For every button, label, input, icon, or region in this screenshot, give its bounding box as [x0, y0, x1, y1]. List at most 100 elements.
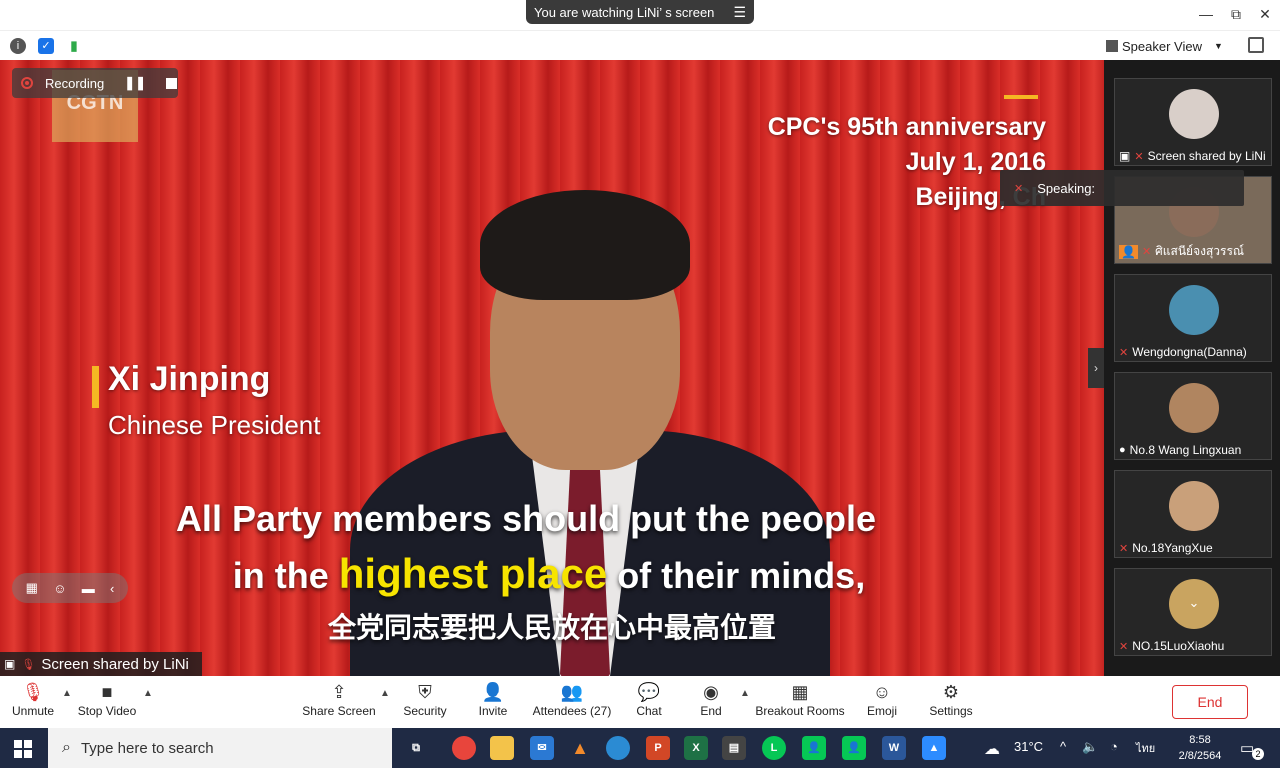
- invite-button[interactable]: 👤 Invite: [474, 682, 512, 718]
- zoom-meeting-icon[interactable]: ▲: [922, 736, 946, 760]
- audio-options-caret[interactable]: ▲: [62, 688, 72, 699]
- mail-icon[interactable]: ✉: [530, 736, 554, 760]
- contacts-2-icon[interactable]: 👤: [842, 736, 866, 760]
- clock-date: 2/8/2564: [1178, 750, 1222, 762]
- clock-time: 8:58: [1189, 734, 1211, 746]
- share-screen-icon: ▣: [1119, 149, 1131, 163]
- invite-label: Invite: [478, 704, 508, 718]
- vlc-icon[interactable]: ▲: [568, 736, 592, 760]
- weather-temp[interactable]: 31°C: [1014, 739, 1043, 754]
- chevron-left-icon[interactable]: ‹: [110, 581, 114, 596]
- network-icon[interactable]: ◔: [1110, 739, 1118, 754]
- store-icon[interactable]: ▤: [722, 736, 746, 760]
- name-accent-bar: [92, 366, 99, 408]
- speaking-indicator: ✕ Speaking:: [1000, 170, 1244, 206]
- chat-label: Chat: [636, 704, 662, 718]
- meeting-controls: 🎙 Unmute ▲ ■ Stop Video ▲ ⇪ Share Screen…: [0, 676, 1280, 728]
- end-recording-button[interactable]: ◉ End: [698, 682, 724, 718]
- muted-mic-icon: ✕: [1014, 182, 1024, 195]
- chat-icon: 💬: [637, 682, 661, 702]
- avatar: [1169, 285, 1219, 335]
- emoji-button[interactable]: ☺ Emoji: [864, 682, 900, 718]
- speaker-view-button[interactable]: Speaker View ▼: [1106, 36, 1223, 56]
- unmute-label: Unmute: [11, 704, 55, 718]
- title-bar: You are watching LiNi’ s screen ☰ — ⧉ ✕: [0, 0, 1280, 30]
- participant-name: No.8 Wang Lingxuan: [1129, 443, 1242, 457]
- edge-icon[interactable]: [606, 736, 630, 760]
- shared-screen-video: CGTN CPC's 95th anniversary July 1, 2016…: [0, 60, 1104, 676]
- end-meeting-button[interactable]: End: [1172, 685, 1248, 719]
- participant-name: NO.15LuoXiaohu: [1132, 639, 1225, 653]
- end-label: End: [700, 704, 722, 718]
- chat-button[interactable]: 💬 Chat: [634, 682, 664, 718]
- attendees-button[interactable]: 👥 Attendees (27): [530, 682, 614, 718]
- share-options-caret[interactable]: ▲: [380, 688, 390, 699]
- collapse-gallery-button[interactable]: ›: [1088, 348, 1104, 388]
- participant-name: ศิแสนีย์จงสุวรรณ์: [1155, 244, 1245, 258]
- record-icon: [21, 77, 33, 89]
- participant-tile[interactable]: ⌄ ✕ NO.15LuoXiaohu: [1114, 568, 1272, 656]
- speaker-title: Chinese President: [108, 410, 321, 440]
- participant-tile[interactable]: ✕ No.18YangXue: [1114, 470, 1272, 558]
- powerpoint-icon[interactable]: P: [646, 736, 670, 760]
- chevron-down-icon: ▼: [1213, 41, 1223, 51]
- mic-icon: ●: [1119, 444, 1126, 456]
- shield-icon[interactable]: ✓: [38, 38, 54, 54]
- file-explorer-icon[interactable]: [490, 736, 514, 760]
- avatar: [1169, 383, 1219, 433]
- settings-button[interactable]: ⚙ Settings: [926, 682, 976, 718]
- breakout-rooms-icon: ▦: [791, 682, 809, 702]
- line-icon[interactable]: L: [762, 736, 786, 760]
- muted-mic-icon: ✕: [1119, 542, 1129, 555]
- input-language[interactable]: ไทย: [1136, 739, 1155, 757]
- taskbar-search-input[interactable]: ⌕ Type here to search: [48, 728, 392, 768]
- participant-name: No.18YangXue: [1132, 541, 1213, 555]
- share-screen-button[interactable]: ⇪ Share Screen: [302, 682, 376, 718]
- participant-tile[interactable]: ✕ Wengdongna(Danna): [1114, 274, 1272, 362]
- subtitle-chinese: 全党同志要把人民放在心中最高位置: [327, 612, 776, 643]
- chat-bubble-icon[interactable]: ▬: [82, 581, 95, 596]
- participant-tile[interactable]: ▣ ✕ Screen shared by LiNi: [1114, 78, 1272, 166]
- gallery-icon[interactable]: ▦: [26, 580, 38, 596]
- fullscreen-icon[interactable]: [1248, 37, 1264, 53]
- close-button[interactable]: ✕: [1255, 6, 1275, 23]
- windows-start-icon[interactable]: [14, 740, 32, 758]
- share-screen-label: Share Screen: [302, 704, 376, 718]
- signal-icon[interactable]: ▮: [66, 38, 82, 54]
- participant-gallery: ▣ ✕ Screen shared by LiNi 👤 ✕ ศิแสนีย์จง…: [1104, 60, 1280, 676]
- video-options-caret[interactable]: ▲: [143, 688, 153, 699]
- participant-tile[interactable]: ● No.8 Wang Lingxuan: [1114, 372, 1272, 460]
- pause-icon[interactable]: ❚❚: [124, 75, 146, 91]
- restore-button[interactable]: ⧉: [1226, 6, 1246, 23]
- smile-icon[interactable]: ☺: [53, 581, 66, 596]
- unmute-button[interactable]: 🎙 Unmute: [10, 682, 56, 718]
- screen-share-label: ▣ 🎙 Screen shared by LiNi: [0, 652, 202, 676]
- chevron-down-icon[interactable]: ⌄: [1179, 595, 1209, 613]
- participant-label: ▣ ✕ Screen shared by LiNi: [1119, 149, 1266, 163]
- meeting-info-bar: i ✓ ▮ Speaker View ▼: [0, 30, 1280, 60]
- recording-indicator: Recording ❚❚: [12, 68, 178, 98]
- chrome-icon[interactable]: [452, 736, 476, 760]
- stop-video-button[interactable]: ■ Stop Video: [76, 682, 138, 718]
- windows-taskbar: ⌕ Type here to search ⧉ ✉ ▲ P X ▤ L 👤 👤 …: [0, 728, 1280, 768]
- chevron-up-icon[interactable]: ^: [1060, 739, 1066, 754]
- excel-icon[interactable]: X: [684, 736, 708, 760]
- person-icon: 👤: [1119, 244, 1138, 259]
- volume-icon[interactable]: 🔈: [1082, 739, 1098, 755]
- minimize-button[interactable]: —: [1196, 6, 1216, 22]
- word-icon[interactable]: W: [882, 736, 906, 760]
- breakout-rooms-button[interactable]: ▦ Breakout Rooms: [754, 682, 846, 718]
- security-label: Security: [403, 704, 447, 718]
- stop-icon[interactable]: [166, 77, 178, 89]
- info-icon[interactable]: i: [10, 38, 26, 54]
- security-button[interactable]: ⛨ Security: [400, 682, 450, 718]
- task-view-icon[interactable]: ⧉: [404, 736, 428, 760]
- recording-label: Recording: [45, 75, 105, 91]
- record-options-caret[interactable]: ▲: [740, 688, 750, 699]
- taskbar-clock[interactable]: 8:58 2/8/2564: [1170, 732, 1230, 764]
- watching-indicator[interactable]: You are watching LiNi’ s screen ☰: [526, 0, 754, 24]
- contacts-icon[interactable]: 👤: [802, 736, 826, 760]
- hair-shape: [480, 190, 690, 300]
- menu-icon[interactable]: ☰: [733, 4, 746, 21]
- weather-icon[interactable]: ☁: [984, 739, 1000, 759]
